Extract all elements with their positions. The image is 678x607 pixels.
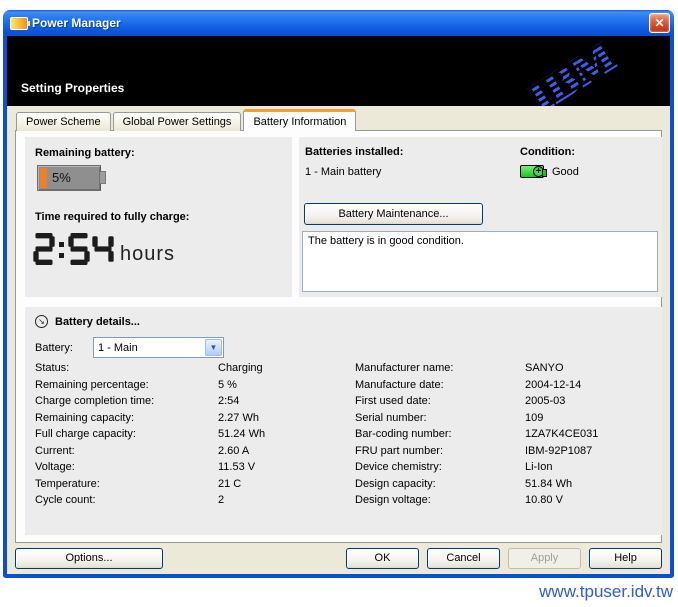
help-button[interactable]: Help [589, 548, 662, 569]
battery-select-label: Battery: [35, 342, 73, 354]
window-title: Power Manager [32, 16, 121, 30]
detail-label: Cycle count: [35, 494, 218, 506]
detail-value: 21 C [218, 478, 265, 490]
charge-time-label: Time required to fully charge: [35, 211, 189, 223]
detail-value: 2.60 A [218, 445, 265, 457]
detail-value: 2004-12-14 [525, 379, 598, 391]
close-icon[interactable]: ✕ [649, 13, 670, 33]
condition-message-box: The battery is in good condition. [302, 231, 658, 292]
detail-value: SANYO [525, 362, 598, 374]
battery-information-page: Remaining battery: 5% Time required to f… [15, 130, 662, 543]
battery-select-value: 1 - Main [94, 342, 204, 354]
expand-arrow-icon: ↘ [35, 315, 48, 328]
detail-value: 5 % [218, 379, 265, 391]
banner: Setting Properties IBM [7, 36, 670, 106]
detail-value: 2005-03 [525, 395, 598, 407]
page: Power Manager ✕ Setting Properties IBM P… [0, 0, 678, 607]
detail-label: Design voltage: [355, 494, 525, 506]
details-grid-right: Manufacturer name:SANYO Manufacture date… [355, 362, 598, 511]
battery-status-panel: Batteries installed: 1 - Main battery Co… [299, 137, 662, 297]
detail-label: Remaining percentage: [35, 379, 218, 391]
detail-label: FRU part number: [355, 445, 525, 457]
battery-details-title: Battery details... [55, 316, 140, 328]
remaining-battery-label: Remaining battery: [35, 147, 135, 159]
ibm-logo: IBM [524, 39, 621, 106]
battery-details-header[interactable]: ↘ Battery details... [35, 315, 140, 328]
detail-value: 51.84 Wh [525, 478, 598, 490]
condition-plus-icon: + [533, 166, 544, 177]
remaining-battery-panel: Remaining battery: 5% Time required to f… [25, 137, 292, 297]
options-button[interactable]: Options... [15, 548, 163, 569]
tab-power-scheme[interactable]: Power Scheme [16, 112, 111, 131]
detail-value: 2 [218, 494, 265, 506]
watermark: www.tpuser.idv.tw [539, 582, 673, 602]
battery-level-icon: 5% [37, 165, 101, 191]
battery-percent: 5% [52, 170, 71, 185]
detail-label: Serial number: [355, 412, 525, 424]
batteries-installed-value: 1 - Main battery [305, 166, 381, 178]
cancel-button[interactable]: Cancel [427, 548, 500, 569]
detail-label: Bar-coding number: [355, 428, 525, 440]
condition-label: Condition: [520, 146, 575, 158]
detail-label: Voltage: [35, 461, 218, 473]
detail-label: Status: [35, 362, 218, 374]
condition-value: Good [552, 166, 579, 178]
detail-value: 2:54 [218, 395, 265, 407]
tab-battery-information[interactable]: Battery Information [243, 109, 356, 131]
detail-value: 1ZA7K4CE031 [525, 428, 598, 440]
chevron-down-icon: ▼ [205, 339, 222, 356]
detail-label: Temperature: [35, 478, 218, 490]
detail-value: IBM-92P1087 [525, 445, 598, 457]
detail-value: Li-Ion [525, 461, 598, 473]
battery-details-panel: ↘ Battery details... Battery: 1 - Main ▼… [25, 307, 662, 535]
lcd-time [33, 233, 114, 265]
detail-label: Full charge capacity: [35, 428, 218, 440]
detail-label: Remaining capacity: [35, 412, 218, 424]
tabstrip: Power Scheme Global Power Settings Batte… [7, 106, 670, 131]
detail-value: Charging [218, 362, 265, 374]
detail-value: 11.53 V [218, 461, 265, 473]
detail-value: 109 [525, 412, 598, 424]
page-title: Setting Properties [21, 81, 124, 95]
power-manager-window: Power Manager ✕ Setting Properties IBM P… [3, 10, 674, 578]
footer-buttons: Options... OK Cancel Apply Help [15, 547, 662, 569]
detail-label: Manufacturer name: [355, 362, 525, 374]
detail-label: First used date: [355, 395, 525, 407]
apply-button[interactable]: Apply [508, 548, 581, 569]
detail-label: Current: [35, 445, 218, 457]
detail-label: Manufacture date: [355, 379, 525, 391]
detail-value: 10.80 V [525, 494, 598, 506]
lcd-time-unit: hours [120, 243, 175, 265]
tab-global-power-settings[interactable]: Global Power Settings [113, 112, 242, 131]
ok-button[interactable]: OK [346, 548, 419, 569]
battery-select[interactable]: 1 - Main ▼ [93, 337, 224, 358]
condition-battery-icon: + [520, 165, 544, 178]
detail-value: 51.24 Wh [218, 428, 265, 440]
battery-app-icon [10, 17, 28, 30]
battery-nub [100, 171, 106, 184]
battery-fill [40, 168, 47, 188]
titlebar[interactable]: Power Manager ✕ [3, 10, 674, 36]
detail-label: Design capacity: [355, 478, 525, 490]
batteries-installed-label: Batteries installed: [305, 146, 403, 158]
details-grid-left: Status:Charging Remaining percentage:5 %… [35, 362, 265, 511]
battery-maintenance-button[interactable]: Battery Maintenance... [304, 203, 483, 225]
detail-label: Device chemistry: [355, 461, 525, 473]
detail-value: 2.27 Wh [218, 412, 265, 424]
detail-label: Charge completion time: [35, 395, 218, 407]
